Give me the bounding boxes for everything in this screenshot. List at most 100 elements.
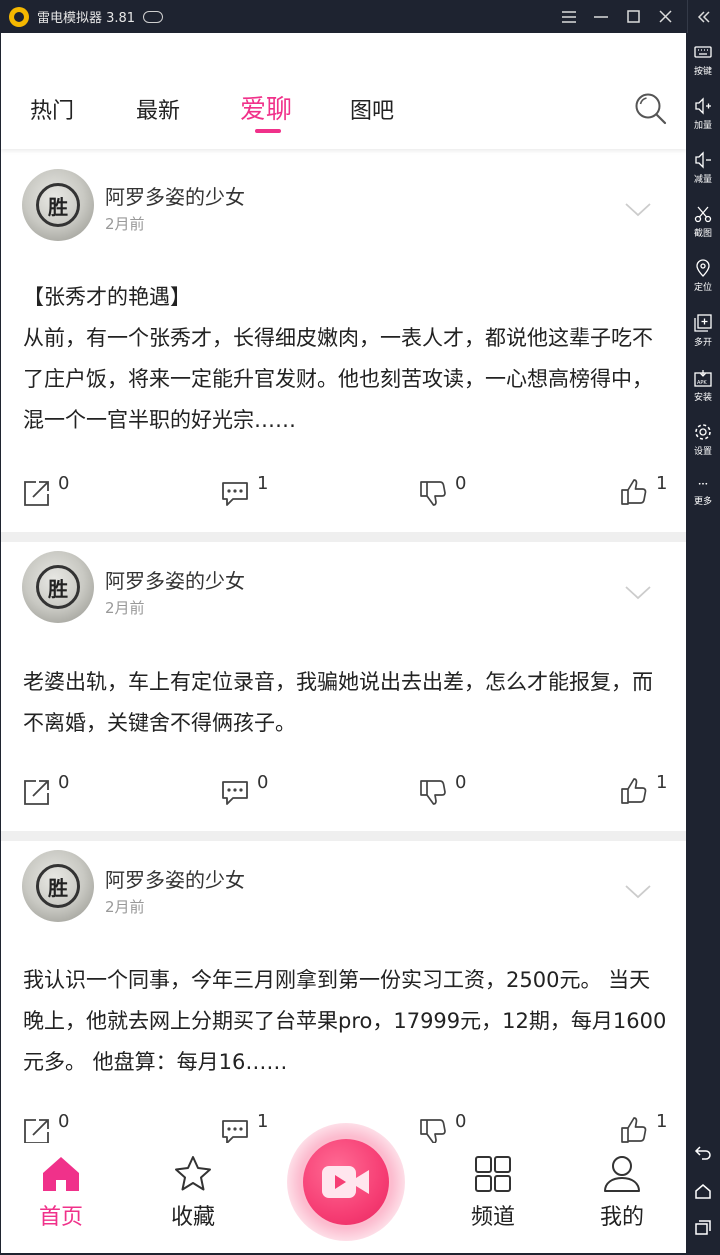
post-content[interactable]: 【张秀才的艳遇】 从前，有一个张秀才，长得细皮嫩肉，一表人才，都说他这辈子吃不了… (23, 277, 668, 441)
like-button[interactable]: 1 (620, 1111, 667, 1145)
thumbs-up-icon (621, 1117, 647, 1143)
sidebar-item-screenshot[interactable]: 截图 (686, 205, 720, 239)
sidebar-item-keys[interactable]: 按键 (686, 43, 720, 77)
comment-button[interactable]: 1 (221, 1111, 268, 1145)
nav-channels[interactable]: 频道 (471, 1155, 515, 1231)
tab-aichat[interactable]: 爱聊 (240, 89, 292, 126)
gamepad-icon[interactable] (143, 10, 164, 23)
maximize-icon[interactable] (617, 0, 649, 33)
tab-pictures[interactable]: 图吧 (350, 93, 394, 125)
post-card[interactable]: 胜 阿罗多姿的少女 2月前 我认识一个同事，今年三月刚拿到第一份实习工资，250… (1, 841, 686, 1161)
sidebar-item-volume-down[interactable]: 减量 (686, 151, 720, 185)
search-icon[interactable] (633, 91, 667, 125)
emulator-titlebar: 雷电模拟器 3.81 (0, 0, 720, 33)
nav-mine[interactable]: 我的 (600, 1155, 644, 1231)
android-back-button[interactable] (686, 1145, 720, 1161)
emulator-title: 雷电模拟器 3.81 (37, 11, 136, 26)
post-card[interactable]: 胜 阿罗多姿的少女 2月前 【张秀才的艳遇】 从前，有一个张秀才，长得细皮嫩肉，… (1, 149, 686, 532)
close-icon[interactable] (649, 0, 681, 33)
share-icon (24, 481, 49, 506)
scissors-icon (694, 206, 712, 223)
volume-up-icon (695, 97, 711, 115)
apk-install-icon: APK (694, 370, 712, 387)
android-home-button[interactable] (686, 1183, 720, 1199)
minimize-icon[interactable] (585, 0, 617, 33)
avatar[interactable]: 胜 (22, 850, 94, 922)
post-username[interactable]: 阿罗多姿的少女 (105, 864, 245, 893)
share-count: 0 (58, 473, 70, 494)
multi-window-icon (694, 314, 712, 332)
post-time: 2月前 (105, 215, 145, 233)
user-icon (604, 1156, 640, 1192)
thumbs-up-icon (621, 479, 647, 505)
share-button[interactable]: 0 (22, 772, 69, 806)
comment-count: 0 (257, 772, 269, 793)
avatar[interactable]: 胜 (22, 169, 94, 241)
location-pin-icon (696, 259, 710, 277)
comment-icon (222, 482, 248, 506)
share-icon (24, 1119, 49, 1144)
post-username[interactable]: 阿罗多姿的少女 (105, 565, 245, 594)
keyboard-icon (694, 46, 712, 58)
sidebar-item-install[interactable]: APK 安装 (686, 369, 720, 403)
home-outline-icon (695, 1184, 711, 1199)
post-time: 2月前 (105, 599, 145, 617)
emulator-logo-icon (9, 6, 29, 27)
star-icon (175, 1156, 211, 1191)
sidebar-item-more[interactable]: 更多 (686, 481, 720, 507)
emulator-sidebar: 按键 加量 减量 截图 定位 多开 APK 安装 设置 更多 (686, 33, 720, 1255)
like-count: 1 (656, 473, 668, 494)
recents-icon (695, 1220, 711, 1235)
sidebar-item-settings[interactable]: 设置 (686, 423, 720, 457)
share-count: 0 (58, 1111, 70, 1132)
top-tab-bar: 热门 最新 爱聊 图吧 (1, 33, 686, 149)
sidebar-item-location[interactable]: 定位 (686, 259, 720, 293)
chevron-down-icon[interactable] (625, 885, 651, 899)
share-count: 0 (58, 772, 70, 793)
post-content[interactable]: 老婆出轨，车上有定位录音，我骗她说出去出差，怎么才能报复，而不离婚，关键舍不得俩… (23, 662, 668, 744)
menu-icon[interactable] (553, 0, 585, 33)
chevron-down-icon[interactable] (625, 203, 651, 217)
share-button[interactable]: 0 (22, 1111, 69, 1145)
tab-latest[interactable]: 最新 (136, 93, 180, 125)
android-recents-button[interactable] (686, 1219, 720, 1235)
dislike-count: 0 (455, 772, 467, 793)
nav-favorites[interactable]: 收藏 (171, 1155, 215, 1231)
sidebar-item-volume-up[interactable]: 加量 (686, 97, 720, 131)
share-icon (24, 780, 49, 805)
collapse-sidebar-icon[interactable] (688, 0, 720, 33)
thumbs-down-icon (420, 780, 446, 805)
video-button[interactable] (303, 1139, 389, 1225)
app-screen: 热门 最新 爱聊 图吧 胜 阿罗多姿的少女 2月前 【张秀才的艳遇】 从前，有一… (1, 33, 686, 1253)
dislike-button[interactable]: 0 (419, 772, 466, 806)
comment-button[interactable]: 0 (221, 772, 268, 806)
avatar[interactable]: 胜 (22, 551, 94, 623)
post-content[interactable]: 我认识一个同事，今年三月刚拿到第一份实习工资，2500元。 当天晚上，他就去网上… (23, 960, 668, 1083)
home-icon (43, 1157, 79, 1191)
dislike-button[interactable]: 0 (419, 473, 466, 507)
thumbs-up-icon (621, 778, 647, 804)
chevron-down-icon[interactable] (625, 586, 651, 600)
thumbs-down-icon (420, 1119, 446, 1144)
dislike-count: 0 (455, 1111, 467, 1132)
like-button[interactable]: 1 (620, 473, 667, 507)
tab-hot[interactable]: 热门 (30, 93, 74, 125)
like-count: 1 (656, 1111, 668, 1132)
more-dots-icon (698, 482, 708, 485)
grid-icon (475, 1156, 511, 1192)
post-username[interactable]: 阿罗多姿的少女 (105, 181, 245, 210)
sidebar-item-multi-instance[interactable]: 多开 (686, 314, 720, 348)
dislike-count: 0 (455, 473, 467, 494)
comment-count: 1 (257, 473, 269, 494)
svg-text:APK: APK (697, 380, 707, 386)
video-camera-icon (322, 1166, 369, 1198)
nav-home[interactable]: 首页 (39, 1155, 83, 1231)
post-body: 从前，有一个张秀才，长得细皮嫩肉，一表人才，都说他这辈子吃不了庄户饭，将来一定能… (23, 326, 653, 432)
post-card[interactable]: 胜 阿罗多姿的少女 2月前 老婆出轨，车上有定位录音，我骗她说出去出差，怎么才能… (1, 542, 686, 831)
share-button[interactable]: 0 (22, 473, 69, 507)
back-arrow-icon (694, 1146, 711, 1160)
like-button[interactable]: 1 (620, 772, 667, 806)
comment-button[interactable]: 1 (221, 473, 268, 507)
dislike-button[interactable]: 0 (419, 1111, 466, 1145)
post-title: 【张秀才的艳遇】 (23, 285, 191, 309)
